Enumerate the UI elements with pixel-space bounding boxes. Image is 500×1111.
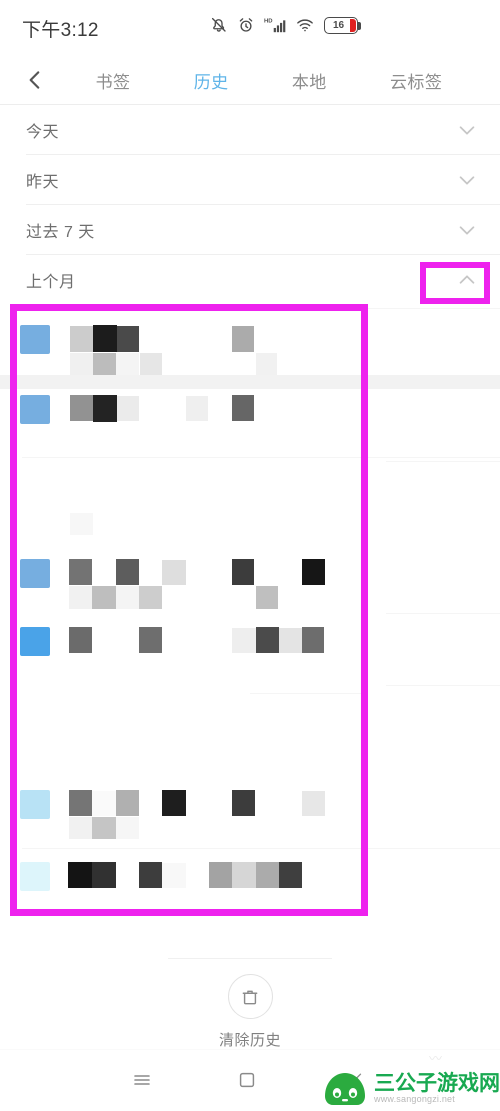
square-recents-icon: [239, 1072, 255, 1088]
status-icons: HD 16: [210, 16, 361, 34]
hd-signal-icon: HD: [264, 18, 286, 33]
section-row-today[interactable]: 今天: [0, 105, 500, 155]
chevron-up-icon[interactable]: [456, 269, 478, 291]
mosaic-block: [70, 513, 93, 535]
section-label-today: 今天: [26, 124, 60, 141]
status-bar: 下午3:12 HD 16: [0, 0, 500, 56]
list-item[interactable]: [0, 393, 500, 435]
nav-back-button[interactable]: [348, 1070, 368, 1090]
alarm-clock-icon: [239, 18, 253, 32]
favicon: [20, 627, 50, 656]
history-list-censored: [0, 305, 500, 950]
battery-fill: [349, 18, 356, 32]
favicon: [20, 325, 50, 354]
list-item[interactable]: [0, 860, 500, 892]
clear-history-section: 清除历史: [0, 974, 500, 1050]
hamburger-menu-icon: [134, 1075, 150, 1085]
list-divider: [22, 457, 500, 458]
list-item[interactable]: [0, 788, 500, 839]
section-label-last-month: 上个月: [26, 274, 76, 291]
tab-list: 书签 历史 本地 云标签: [48, 68, 482, 93]
list-divider: [386, 613, 500, 614]
section-row-last-month[interactable]: 上个月: [0, 255, 500, 305]
chevron-down-icon[interactable]: [456, 219, 478, 241]
favicon: [20, 790, 50, 819]
nav-recents-button[interactable]: [236, 1069, 258, 1091]
favicon: [20, 862, 50, 891]
bell-muted-icon: [211, 17, 226, 32]
list-item[interactable]: [0, 625, 500, 657]
clear-history-button[interactable]: [227, 974, 273, 1019]
section-label-yesterday: 昨天: [26, 174, 60, 191]
back-chevron-icon[interactable]: [22, 67, 48, 93]
list-item[interactable]: [0, 323, 500, 376]
battery-level: 16: [332, 19, 345, 31]
tab-cloud-tabs[interactable]: 云标签: [390, 68, 443, 93]
chevron-down-icon[interactable]: [456, 169, 478, 191]
bottom-nav-bar: [0, 1049, 500, 1111]
battery-icon: 16: [324, 16, 361, 34]
trash-icon: [242, 990, 258, 1004]
list-divider: [386, 461, 500, 462]
watermark-ghost-mark: 〰: [428, 1051, 442, 1066]
tab-bar: 书签 历史 本地 云标签: [0, 56, 500, 104]
phone-screen: 下午3:12 HD 16 书签 历史 本地 云标签 今天 昨天 过去 7 天 上…: [0, 0, 500, 1111]
section-row-past-7-days[interactable]: 过去 7 天: [0, 205, 500, 255]
footer-divider: [168, 958, 332, 959]
favicon: [20, 395, 50, 424]
nav-top-divider: [0, 1049, 500, 1050]
list-divider: [22, 308, 500, 309]
svg-text:HD: HD: [264, 18, 273, 24]
section-row-yesterday[interactable]: 昨天: [0, 155, 500, 205]
clear-history-label: 清除历史: [218, 1032, 281, 1049]
tab-local[interactable]: 本地: [292, 68, 327, 93]
list-divider: [250, 693, 366, 694]
tab-history[interactable]: 历史: [194, 68, 229, 93]
wifi-icon: [297, 19, 313, 32]
list-divider: [386, 685, 500, 686]
status-time: 下午3:12: [22, 19, 99, 41]
list-item[interactable]: [0, 557, 500, 609]
nav-back-chevron-icon: [354, 1073, 362, 1087]
nav-menu-button[interactable]: [130, 1068, 154, 1092]
row-band: [0, 375, 500, 389]
chevron-down-icon[interactable]: [456, 119, 478, 141]
tab-bookmarks[interactable]: 书签: [96, 68, 131, 93]
list-divider: [370, 848, 500, 849]
favicon: [20, 559, 50, 588]
section-label-past-7-days: 过去 7 天: [26, 224, 95, 241]
